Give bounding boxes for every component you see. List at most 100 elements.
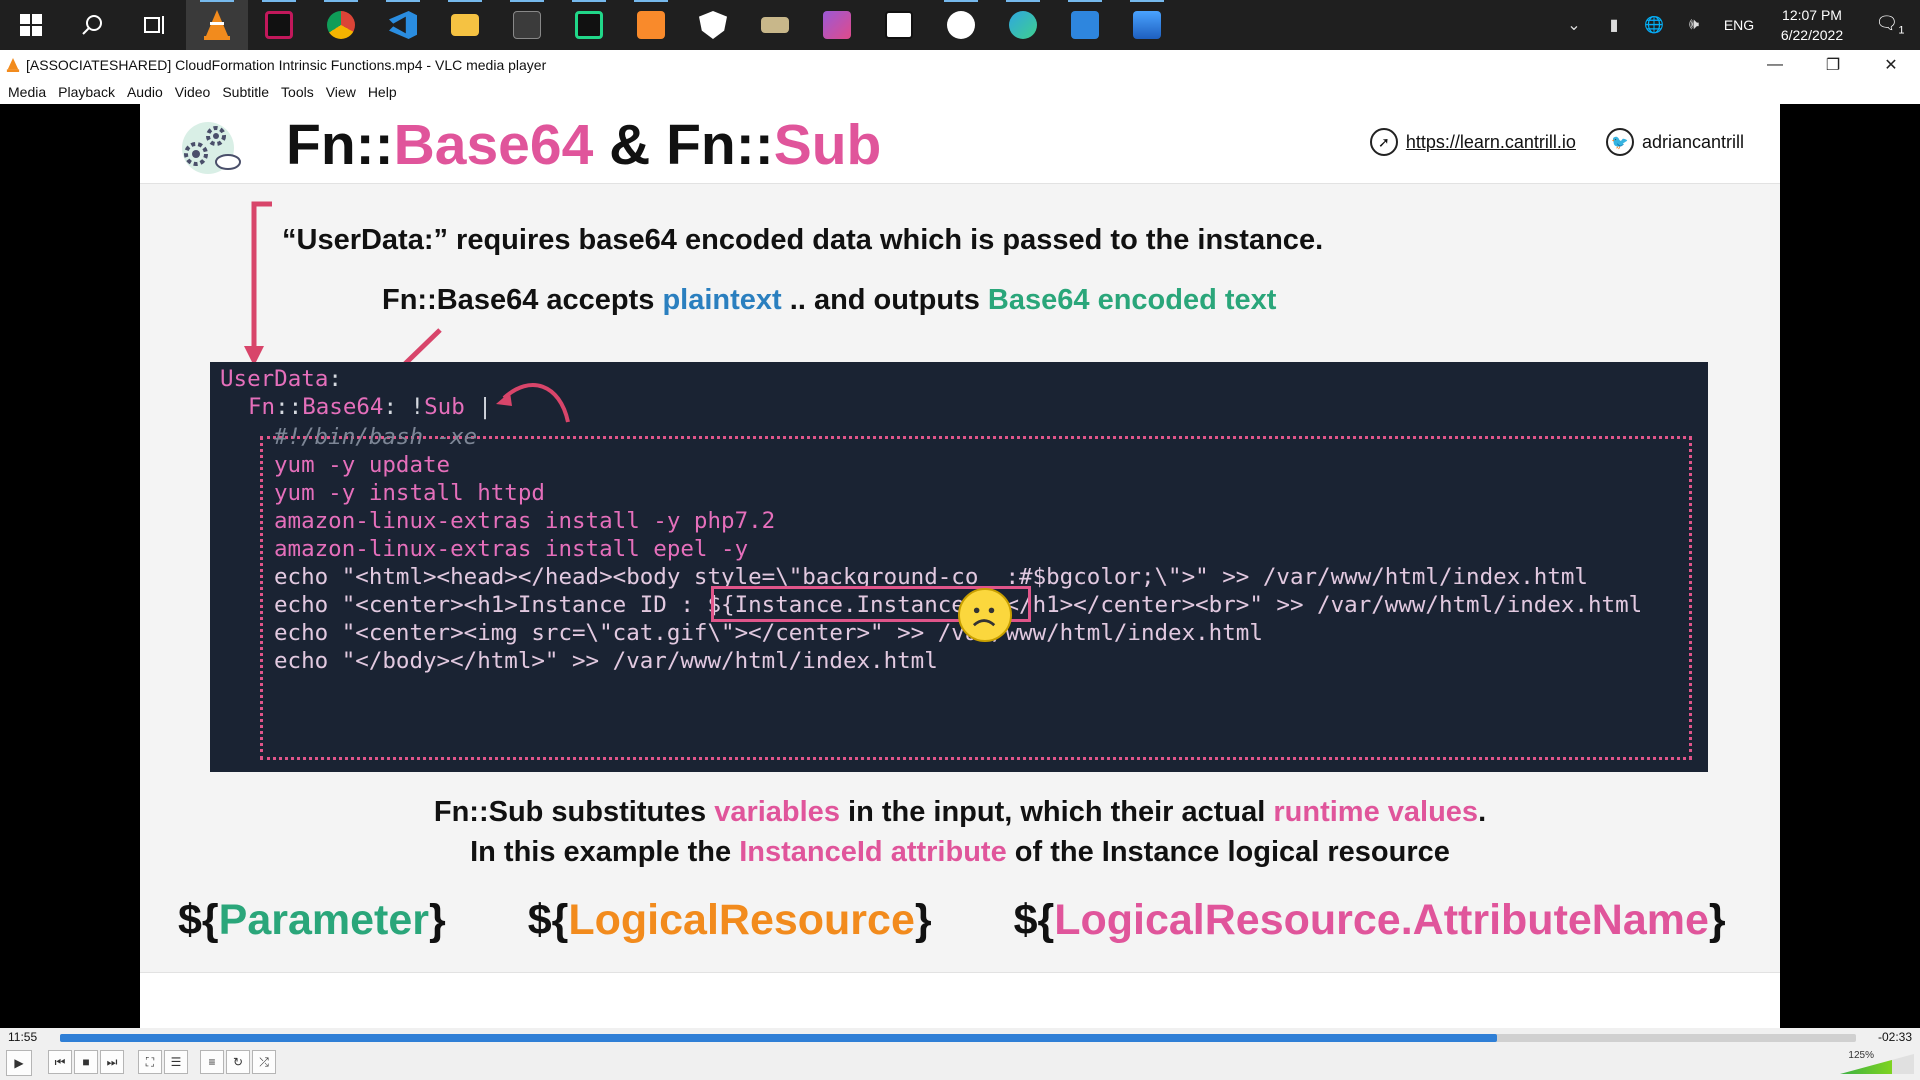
menu-view[interactable]: View bbox=[326, 84, 356, 100]
clock-date: 6/22/2022 bbox=[1780, 27, 1844, 43]
notion-icon[interactable] bbox=[868, 0, 930, 50]
defender-icon[interactable] bbox=[682, 0, 744, 50]
search-icon[interactable] bbox=[62, 0, 124, 50]
var1-name: Parameter bbox=[218, 896, 430, 944]
visual-studio-icon[interactable] bbox=[806, 0, 868, 50]
sub-desc-c: in the input, which their actual bbox=[839, 796, 1274, 828]
title-amp: & Fn:: bbox=[593, 113, 774, 177]
menu-video[interactable]: Video bbox=[175, 84, 211, 100]
video-area[interactable]: Fn::Base64 & Fn::Sub ➚ https://learn.can… bbox=[0, 104, 1920, 1028]
minimize-button[interactable]: — bbox=[1746, 50, 1804, 80]
vlc-taskbar-icon[interactable] bbox=[186, 0, 248, 50]
title-base64: Base64 bbox=[393, 113, 594, 177]
stop-button[interactable]: ■ bbox=[74, 1050, 98, 1074]
menu-audio[interactable]: Audio bbox=[127, 84, 163, 100]
menu-media[interactable]: Media bbox=[8, 84, 46, 100]
menu-subtitle[interactable]: Subtitle bbox=[222, 84, 269, 100]
window-title: [ASSOCIATESHARED] CloudFormation Intrins… bbox=[26, 57, 547, 73]
slide-footer bbox=[140, 972, 1780, 1028]
code-fn: Fn bbox=[248, 394, 276, 420]
fullscreen-button[interactable]: ⛶ bbox=[138, 1050, 162, 1074]
chevron-up-icon[interactable]: ⌄ bbox=[1554, 15, 1594, 35]
volume-slider[interactable]: 125% bbox=[1838, 1050, 1914, 1076]
slide: Fn::Base64 & Fn::Sub ➚ https://learn.can… bbox=[140, 104, 1780, 1028]
seek-bar[interactable] bbox=[60, 1034, 1856, 1042]
taskbar: ⌄ ▮ 🌐 🕪 ENG 12:07 PM 6/22/2022 🗨1 bbox=[0, 0, 1920, 50]
equalizer-icon: ☰ bbox=[170, 1055, 182, 1069]
pycharm-icon[interactable] bbox=[558, 0, 620, 50]
var-attribute: ${LogicalResource.AttributeName} bbox=[1014, 896, 1726, 944]
chrome-icon[interactable] bbox=[310, 0, 372, 50]
network-globe-icon[interactable]: 🌐 bbox=[1634, 15, 1674, 35]
remaining-time[interactable]: -02:33 bbox=[1878, 1030, 1912, 1044]
restore-button[interactable]: ❐ bbox=[1804, 50, 1862, 80]
menu-bar: Media Playback Audio Video Subtitle Tool… bbox=[0, 80, 1920, 104]
base64-desc-a: Fn::Base64 accepts bbox=[382, 284, 663, 316]
system-tray: ⌄ ▮ 🌐 🕪 ENG 12:07 PM 6/22/2022 🗨1 bbox=[1554, 0, 1920, 50]
code-pipe: | bbox=[464, 394, 492, 420]
media-player-icon[interactable] bbox=[1054, 0, 1116, 50]
code-base64: Base64 bbox=[302, 394, 384, 420]
terminal-icon[interactable] bbox=[496, 0, 558, 50]
code-sep: :: bbox=[275, 394, 303, 420]
menu-playback[interactable]: Playback bbox=[58, 84, 115, 100]
sub-desc-runtime: runtime values bbox=[1273, 796, 1479, 828]
var3-name: LogicalResource.AttributeName bbox=[1054, 896, 1709, 944]
code-colon: : bbox=[328, 366, 342, 392]
close-button[interactable]: ✕ bbox=[1862, 50, 1920, 80]
play-button[interactable]: ▶ bbox=[6, 1050, 32, 1076]
title-fn-prefix: Fn:: bbox=[286, 113, 394, 177]
var3-close: } bbox=[1708, 896, 1726, 944]
elapsed-time: 11:55 bbox=[8, 1030, 38, 1044]
intellij-icon[interactable] bbox=[248, 0, 310, 50]
example-desc-c: of the Instance logical resource bbox=[1006, 836, 1450, 868]
notification-count: 1 bbox=[1898, 24, 1905, 37]
previous-icon: ⏮ bbox=[54, 1054, 66, 1069]
extended-settings-button[interactable]: ☰ bbox=[164, 1050, 188, 1074]
code-line-2: Fn::Base64: !Sub | bbox=[248, 390, 492, 424]
file-explorer-icon[interactable] bbox=[434, 0, 496, 50]
menu-help[interactable]: Help bbox=[368, 84, 397, 100]
player-controls: 11:55 -02:33 ▶ ⏮ ■ ⏭ ⛶ ☰ ≡ ↻ ⤮ 125% bbox=[0, 1028, 1920, 1080]
menu-tools[interactable]: Tools bbox=[281, 84, 314, 100]
base64-desc-c: .. and outputs bbox=[781, 284, 988, 316]
code-userdata-key: UserData bbox=[220, 366, 329, 392]
base64-description: Fn::Base64 accepts plaintext .. and outp… bbox=[382, 284, 1276, 317]
sub-desc-e: . bbox=[1478, 796, 1487, 828]
slide-title: Fn::Base64 & Fn::Sub bbox=[286, 112, 881, 178]
edge-icon[interactable] bbox=[992, 0, 1054, 50]
compass-icon: ➚ bbox=[1369, 128, 1398, 156]
sad-face-icon bbox=[958, 588, 1012, 642]
notification-icon[interactable]: 🗨1 bbox=[1860, 13, 1920, 37]
var3-open: ${ bbox=[1013, 896, 1055, 944]
userdata-description: “UserData:” requires base64 encoded data… bbox=[282, 224, 1324, 256]
previous-button[interactable]: ⏮ bbox=[48, 1050, 72, 1074]
var2-open: ${ bbox=[527, 896, 569, 944]
code-line-11: echo "</body></html>" >> /var/www/html/i… bbox=[274, 648, 938, 674]
shuffle-button[interactable]: ⤮ bbox=[252, 1050, 276, 1074]
clock[interactable]: 12:07 PM 6/22/2022 bbox=[1764, 5, 1860, 45]
sublime-icon[interactable] bbox=[620, 0, 682, 50]
battery-icon[interactable]: ▮ bbox=[1594, 15, 1634, 35]
playlist-icon: ≡ bbox=[208, 1055, 216, 1069]
var1-close: } bbox=[429, 896, 446, 944]
var2-name: LogicalResource bbox=[568, 896, 915, 944]
start-button[interactable] bbox=[0, 0, 62, 50]
sub-desc-variables: variables bbox=[714, 796, 840, 828]
course-link[interactable]: https://learn.cantrill.io bbox=[1406, 132, 1576, 153]
speaker-icon[interactable]: 🕪 bbox=[1674, 16, 1714, 34]
fullscreen-icon: ⛶ bbox=[145, 1054, 155, 1069]
books-icon[interactable] bbox=[744, 0, 806, 50]
clock-app-icon[interactable] bbox=[930, 0, 992, 50]
clock-time: 12:07 PM bbox=[1782, 7, 1842, 23]
task-view-icon[interactable] bbox=[124, 0, 186, 50]
variable-forms: ${Parameter} ${LogicalResource} ${Logica… bbox=[178, 896, 1726, 945]
next-button[interactable]: ⏭ bbox=[100, 1050, 124, 1074]
photos-icon[interactable] bbox=[1116, 0, 1178, 50]
shuffle-icon: ⤮ bbox=[259, 1054, 269, 1069]
language-indicator[interactable]: ENG bbox=[1714, 17, 1764, 33]
vscode-icon[interactable] bbox=[372, 0, 434, 50]
cloud-gears-icon bbox=[182, 122, 241, 174]
playlist-button[interactable]: ≡ bbox=[200, 1050, 224, 1074]
loop-button[interactable]: ↻ bbox=[226, 1050, 250, 1074]
